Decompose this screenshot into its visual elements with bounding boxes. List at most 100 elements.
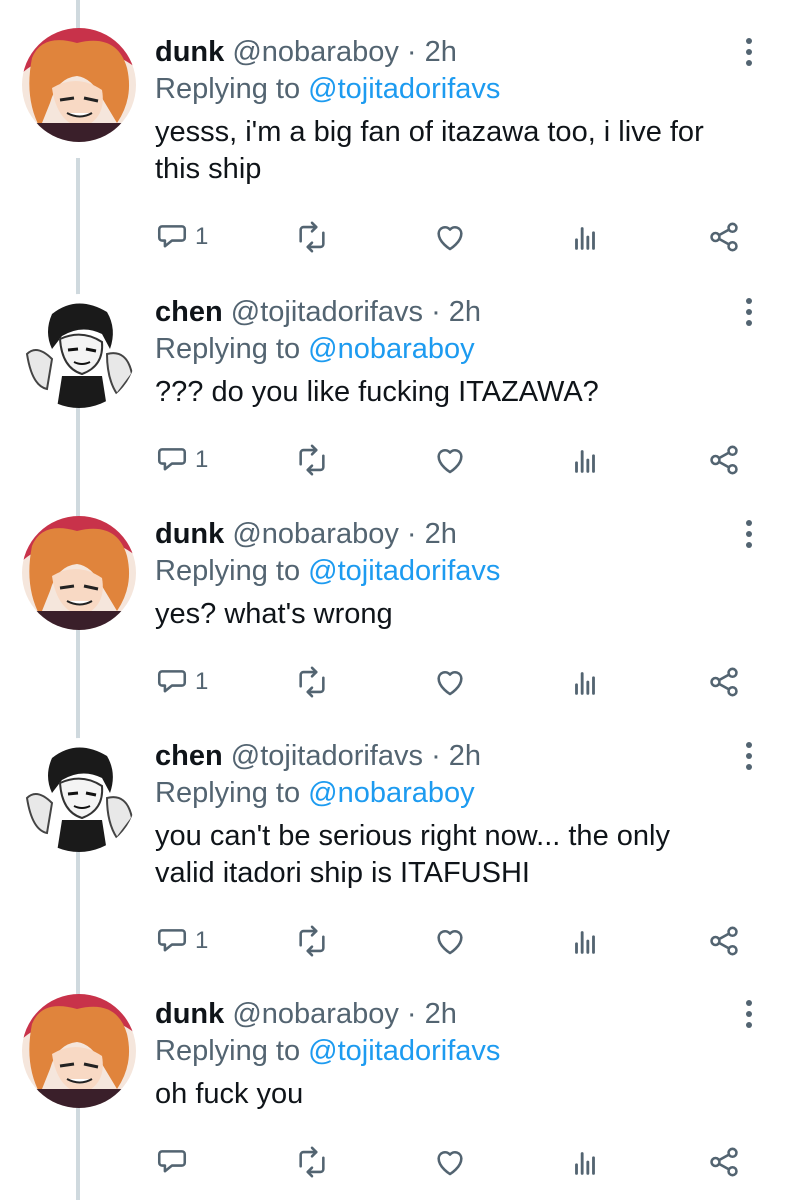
avatar[interactable] — [22, 516, 136, 630]
timestamp[interactable]: 2h — [449, 740, 481, 772]
reply-icon — [155, 665, 189, 699]
replying-to: Replying to @tojitadorifavs — [155, 552, 735, 590]
like-icon — [433, 1145, 467, 1179]
share-icon — [707, 220, 741, 254]
share-button[interactable] — [707, 1142, 741, 1182]
tweet[interactable]: dunk @nobaraboy · 2h Replying to @tojita… — [0, 0, 795, 280]
reply-button[interactable] — [155, 1142, 195, 1182]
reply-button[interactable]: 1 — [155, 217, 208, 257]
replying-to: Replying to @nobaraboy — [155, 330, 735, 368]
replying-to-label: Replying to — [155, 777, 301, 809]
tweet-text: oh fuck you — [155, 1078, 304, 1110]
analytics-button[interactable] — [568, 662, 602, 702]
share-icon — [707, 924, 741, 958]
timestamp[interactable]: 2h — [449, 296, 481, 328]
analytics-icon — [568, 924, 602, 958]
analytics-icon — [568, 443, 602, 477]
action-bar — [155, 1142, 755, 1182]
avatar[interactable] — [22, 738, 136, 852]
separator-dot: · — [406, 518, 417, 550]
reply-count: 1 — [195, 927, 209, 954]
avatar[interactable] — [22, 294, 136, 408]
more-options-icon[interactable] — [739, 994, 759, 1034]
action-bar: 1 — [155, 921, 755, 961]
separator-dot: · — [431, 296, 441, 328]
retweet-button[interactable] — [295, 440, 329, 480]
more-options-icon[interactable] — [739, 292, 759, 332]
analytics-icon — [568, 1145, 602, 1179]
user-handle[interactable]: @nobaraboy — [232, 36, 399, 68]
share-button[interactable] — [707, 440, 741, 480]
reply-button[interactable]: 1 — [155, 921, 208, 961]
display-name[interactable]: chen — [155, 296, 223, 328]
like-icon — [433, 220, 467, 254]
analytics-button[interactable] — [568, 440, 602, 480]
orange-hair-avatar-image — [22, 994, 136, 1108]
action-bar: 1 — [155, 217, 755, 257]
mention-link[interactable]: @tojitadorifavs — [308, 1035, 500, 1067]
reply-button[interactable]: 1 — [155, 662, 208, 702]
tweet-text: yesss, i'm a big fan of itazawa too, i l… — [155, 116, 704, 185]
more-options-icon[interactable] — [739, 514, 759, 554]
display-name[interactable]: dunk — [155, 518, 224, 550]
tweet[interactable]: chen @tojitadorifavs · 2h Replying to @n… — [0, 280, 795, 502]
mention-link[interactable]: @tojitadorifavs — [308, 555, 500, 587]
display-name[interactable]: dunk — [155, 36, 224, 68]
action-bar: 1 — [155, 440, 755, 480]
user-handle[interactable]: @tojitadorifavs — [231, 740, 423, 772]
share-button[interactable] — [707, 662, 741, 702]
separator-dot: · — [406, 998, 417, 1030]
like-button[interactable] — [433, 921, 467, 961]
analytics-button[interactable] — [568, 921, 602, 961]
analytics-icon — [568, 665, 602, 699]
reply-icon — [155, 1145, 189, 1179]
like-button[interactable] — [433, 217, 467, 257]
tweet[interactable]: dunk @nobaraboy · 2h Replying to @tojita… — [0, 982, 795, 1200]
reply-icon — [155, 924, 189, 958]
tweet[interactable]: dunk @nobaraboy · 2h Replying to @tojita… — [0, 502, 795, 724]
timestamp[interactable]: 2h — [425, 36, 457, 68]
tweet[interactable]: chen @tojitadorifavs · 2h Replying to @n… — [0, 724, 795, 982]
mention-link[interactable]: @nobaraboy — [308, 333, 475, 365]
replying-to-label: Replying to — [155, 333, 301, 365]
display-name[interactable]: dunk — [155, 998, 224, 1030]
reply-icon — [155, 443, 189, 477]
replying-to: Replying to @tojitadorifavs — [155, 70, 735, 108]
like-button[interactable] — [433, 440, 467, 480]
retweet-button[interactable] — [295, 921, 329, 961]
retweet-button[interactable] — [295, 662, 329, 702]
replying-to: Replying to @nobaraboy — [155, 774, 735, 812]
share-button[interactable] — [707, 921, 741, 961]
avatar[interactable] — [22, 994, 136, 1108]
share-icon — [707, 443, 741, 477]
like-icon — [433, 924, 467, 958]
more-options-icon[interactable] — [739, 32, 759, 72]
retweet-icon — [295, 665, 329, 699]
retweet-icon — [295, 220, 329, 254]
like-button[interactable] — [433, 1142, 467, 1182]
tweet-text: you can't be serious right now... the on… — [155, 820, 670, 889]
timestamp[interactable]: 2h — [425, 518, 457, 550]
like-button[interactable] — [433, 662, 467, 702]
more-options-icon[interactable] — [739, 736, 759, 776]
analytics-button[interactable] — [568, 1142, 602, 1182]
user-handle[interactable]: @nobaraboy — [232, 998, 399, 1030]
analytics-icon — [568, 220, 602, 254]
retweet-button[interactable] — [295, 1142, 329, 1182]
share-button[interactable] — [707, 217, 741, 257]
replying-to-label: Replying to — [155, 1035, 301, 1067]
replying-to-label: Replying to — [155, 73, 301, 105]
retweet-button[interactable] — [295, 217, 329, 257]
reply-button[interactable]: 1 — [155, 440, 208, 480]
mention-link[interactable]: @tojitadorifavs — [308, 73, 500, 105]
separator-dot: · — [431, 740, 441, 772]
reply-icon — [155, 220, 189, 254]
analytics-button[interactable] — [568, 217, 602, 257]
timestamp[interactable]: 2h — [425, 998, 457, 1030]
mention-link[interactable]: @nobaraboy — [308, 777, 475, 809]
like-icon — [433, 443, 467, 477]
user-handle[interactable]: @nobaraboy — [232, 518, 399, 550]
avatar[interactable] — [22, 28, 136, 142]
display-name[interactable]: chen — [155, 740, 223, 772]
user-handle[interactable]: @tojitadorifavs — [231, 296, 423, 328]
